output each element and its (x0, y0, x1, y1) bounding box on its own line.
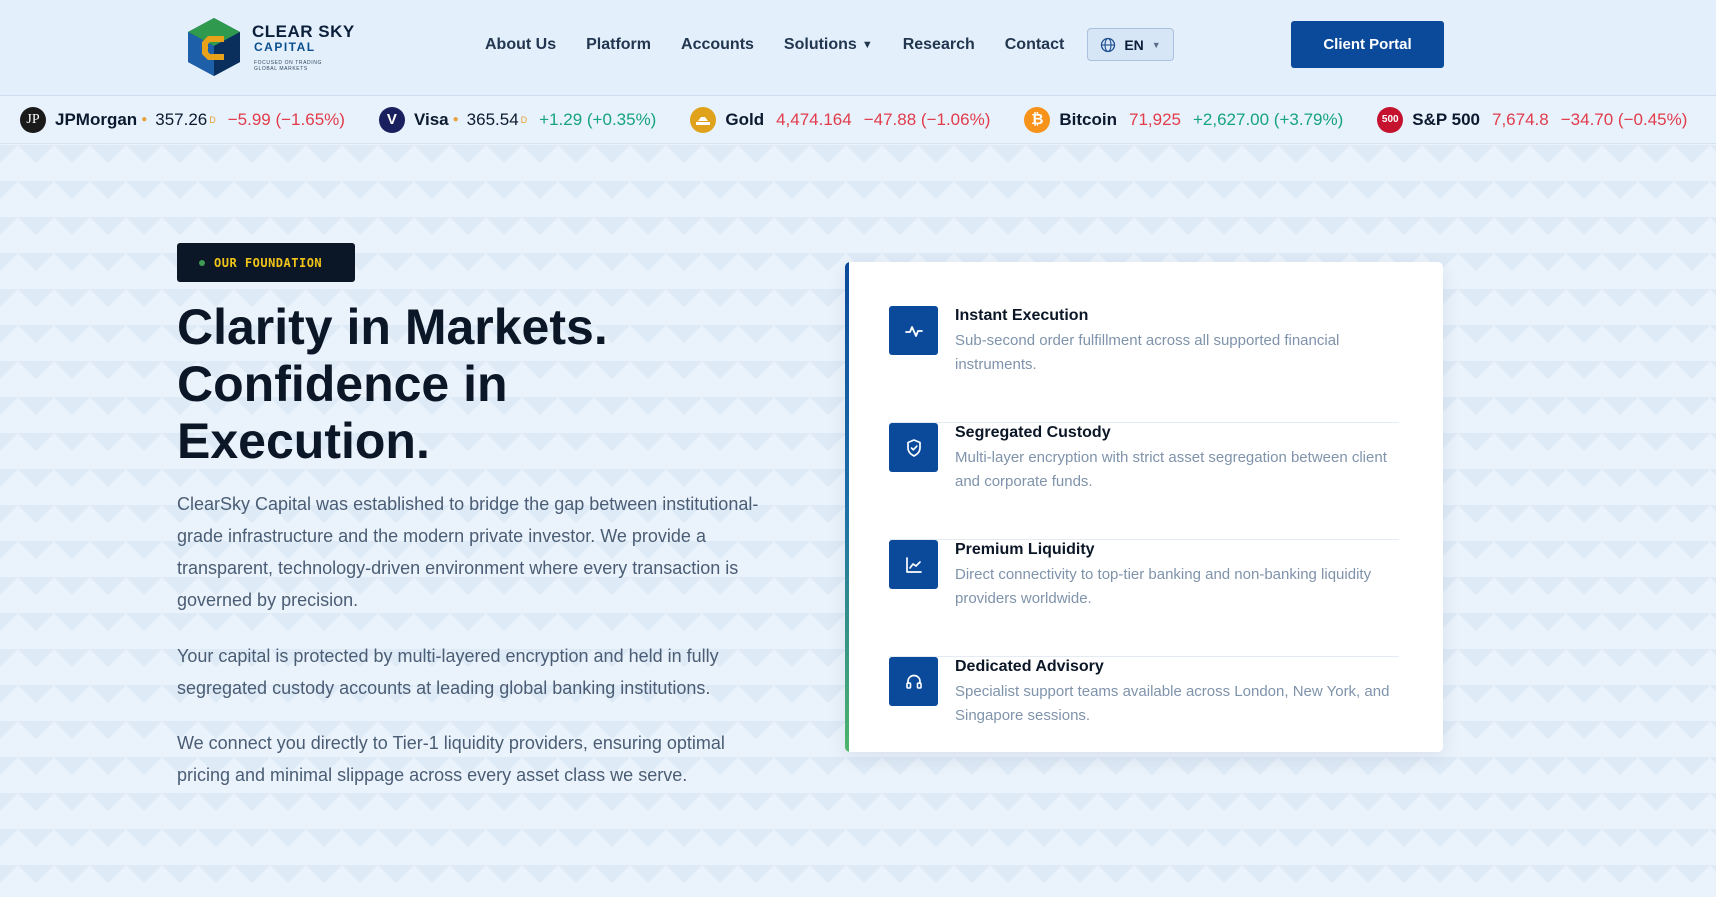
ticker-name: Bitcoin (1059, 109, 1117, 129)
ticker-change: −34.70 (−0.45%) (1560, 109, 1688, 129)
ticker-price: 71,925 (1128, 109, 1181, 129)
ticker-item[interactable]: JP JPMorgan ● 357.26 D −5.99 (−1.65%) (20, 106, 345, 133)
feature-title: Dedicated Advisory (955, 658, 1104, 675)
headline-line: Confidence in (177, 356, 508, 412)
nav-solutions-label: Solutions (783, 36, 857, 53)
visa-icon: V (378, 106, 405, 133)
gold-icon (690, 106, 717, 133)
activity-icon (889, 306, 938, 355)
ticker-item[interactable]: V Visa ● 365.54 D +1.29 (+0.35%) (378, 106, 657, 133)
ticker-change: +1.29 (+0.35%) (539, 109, 657, 129)
ticker-change: −5.99 (−1.65%) (227, 109, 345, 129)
ticker-price: 7,674.8 (1492, 109, 1549, 129)
ticker-item[interactable]: ₿ Bitcoin 71,925 +2,627.00 (+3.79%) (1024, 106, 1344, 133)
ticker-name: JPMorgan (55, 109, 138, 129)
feature-description: Sub-second order fulfillment across all … (955, 332, 1340, 373)
delayed-marker: D (209, 114, 216, 125)
security-paragraph: Your capital is protected by multi-layer… (177, 646, 719, 698)
foundation-section: OUR FOUNDATION Clarity in Markets. Confi… (0, 145, 1716, 897)
main-nav: About Us Platform Accounts Solutions ▼ Re… (470, 34, 1079, 56)
ticker-price: 4,474.164 (776, 109, 852, 129)
feature-title: Instant Execution (955, 307, 1089, 324)
ticker-change: −47.88 (−1.06%) (863, 109, 991, 129)
ticker-name: S&P 500 (1412, 109, 1480, 129)
intro-paragraph: ClearSky Capital was established to brid… (177, 494, 759, 610)
ticker-change: +2,627.00 (+3.79%) (1192, 109, 1344, 129)
feature-item: Instant Execution Sub-second order fulfi… (889, 306, 1399, 423)
section-badge: OUR FOUNDATION (177, 243, 355, 282)
logo-tagline: FOCUSED ON TRADING GLOBAL MARKETS (254, 59, 322, 72)
globe-icon (1101, 37, 1116, 52)
shield-check-icon (889, 423, 938, 472)
delayed-marker: D (520, 114, 528, 125)
nav-solutions[interactable]: Solutions ▼ (769, 34, 888, 56)
features-card: Instant Execution Sub-second order fulfi… (845, 262, 1443, 752)
language-selector[interactable]: EN ▼ (1087, 28, 1174, 61)
ticker-item[interactable]: Gold 4,474.164 −47.88 (−1.06%) (690, 106, 991, 133)
bitcoin-icon: ₿ (1024, 106, 1051, 133)
logo-mark-icon (188, 18, 240, 76)
card-accent-bar (845, 262, 849, 752)
sp500-icon: 500 (1377, 106, 1404, 133)
feature-title: Premium Liquidity (955, 541, 1095, 558)
liquidity-paragraph: We connect you directly to Tier-1 liquid… (177, 733, 725, 785)
nav-platform[interactable]: Platform (571, 34, 666, 56)
nav-research[interactable]: Research (888, 34, 990, 56)
site-header: CLEAR SKY CAPITAL FOCUSED ON TRADING GLO… (0, 0, 1716, 96)
page-title: Clarity in Markets. Confidence in Execut… (177, 299, 737, 470)
line-chart-icon (889, 540, 938, 589)
language-label: EN (1124, 36, 1144, 53)
nav-accounts[interactable]: Accounts (666, 34, 769, 56)
logo[interactable]: CLEAR SKY CAPITAL FOCUSED ON TRADING GLO… (186, 16, 355, 78)
ticker-price: 365.54 (466, 109, 519, 129)
logo-subtitle: CAPITAL (254, 39, 316, 54)
feature-description: Multi-layer encryption with strict asset… (955, 449, 1387, 490)
logo-name: CLEAR SKY (252, 21, 355, 41)
ticker-name: Gold (725, 109, 765, 129)
ticker-price: 357.26 (155, 109, 208, 129)
market-status-dot: ● (452, 114, 459, 125)
nav-contact[interactable]: Contact (990, 34, 1080, 56)
ticker-item[interactable]: 500 S&P 500 7,674.8 −34.70 (−0.45%) (1377, 106, 1688, 133)
headset-icon (889, 657, 938, 706)
client-portal-button[interactable]: Client Portal (1291, 21, 1444, 68)
feature-description: Direct connectivity to top-tier banking … (955, 566, 1372, 607)
market-ticker: JP JPMorgan ● 357.26 D −5.99 (−1.65%) V … (0, 96, 1716, 144)
caret-down-icon: ▼ (1151, 39, 1161, 50)
headline-line: Execution. (177, 413, 430, 469)
nav-about-us[interactable]: About Us (470, 34, 571, 56)
feature-item: Segregated Custody Multi-layer encryptio… (889, 423, 1399, 540)
feature-item: Dedicated Advisory Specialist support te… (889, 657, 1399, 752)
feature-item: Premium Liquidity Direct connectivity to… (889, 540, 1399, 657)
ticker-name: Visa (413, 109, 449, 129)
chevron-down-icon: ▼ (861, 39, 873, 51)
headline-line: Clarity in Markets. (177, 299, 608, 355)
feature-description: Specialist support teams available acros… (955, 683, 1390, 724)
market-status-dot: ● (141, 114, 148, 125)
feature-title: Segregated Custody (955, 424, 1111, 441)
badge-label: OUR FOUNDATION (214, 255, 323, 270)
badge-dot (199, 259, 205, 266)
jpmorgan-icon: JP (20, 106, 46, 133)
